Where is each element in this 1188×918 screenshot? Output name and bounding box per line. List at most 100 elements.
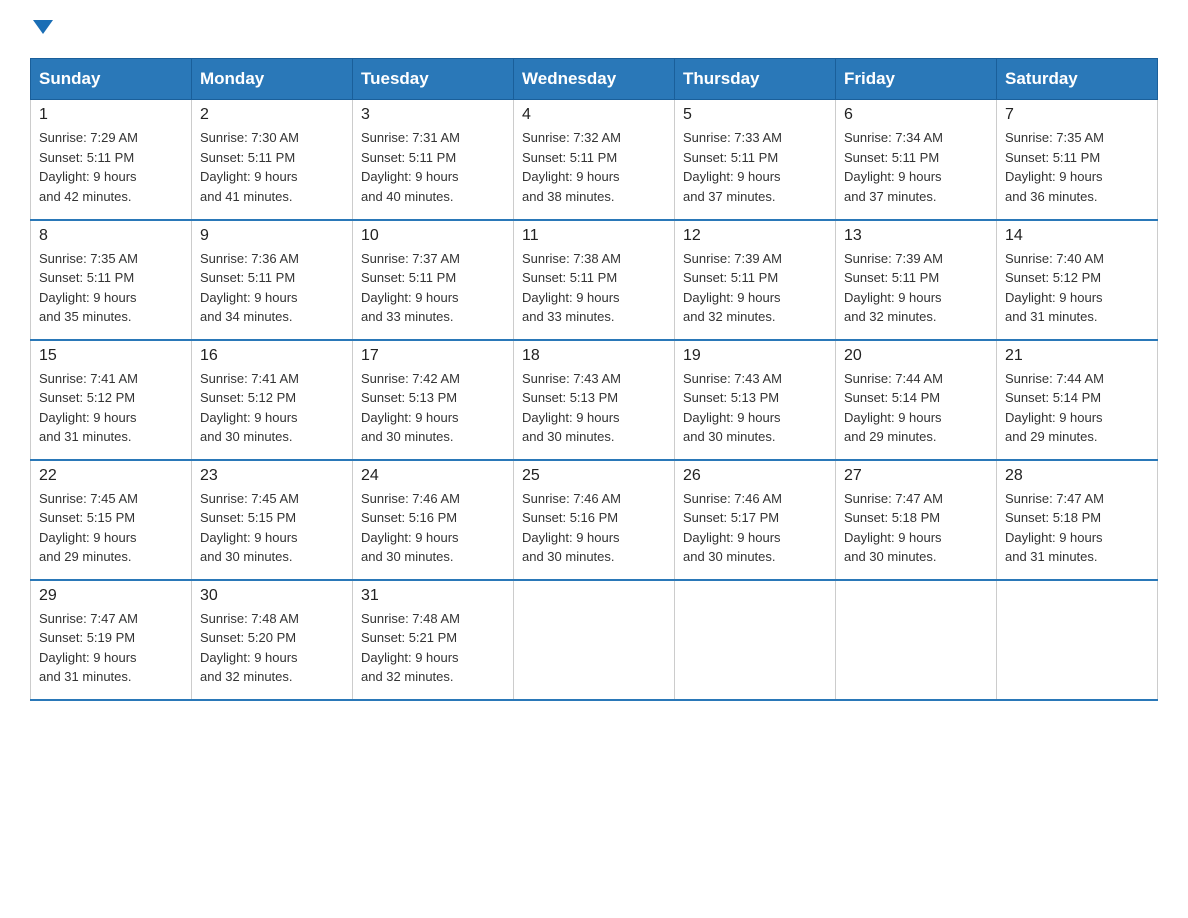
calendar-week-row: 15 Sunrise: 7:41 AMSunset: 5:12 PMDaylig… <box>31 340 1158 460</box>
col-header-wednesday: Wednesday <box>514 59 675 100</box>
logo-triangle-icon <box>33 20 53 34</box>
day-number: 8 <box>39 227 183 245</box>
col-header-tuesday: Tuesday <box>353 59 514 100</box>
day-info: Sunrise: 7:44 AMSunset: 5:14 PMDaylight:… <box>1005 371 1104 445</box>
day-info: Sunrise: 7:42 AMSunset: 5:13 PMDaylight:… <box>361 371 460 445</box>
calendar-cell: 9 Sunrise: 7:36 AMSunset: 5:11 PMDayligh… <box>192 220 353 340</box>
day-number: 2 <box>200 106 344 124</box>
calendar-cell: 3 Sunrise: 7:31 AMSunset: 5:11 PMDayligh… <box>353 100 514 220</box>
day-number: 29 <box>39 587 183 605</box>
day-number: 6 <box>844 106 988 124</box>
day-number: 19 <box>683 347 827 365</box>
calendar-cell: 5 Sunrise: 7:33 AMSunset: 5:11 PMDayligh… <box>675 100 836 220</box>
day-info: Sunrise: 7:43 AMSunset: 5:13 PMDaylight:… <box>522 371 621 445</box>
col-header-thursday: Thursday <box>675 59 836 100</box>
calendar-week-row: 1 Sunrise: 7:29 AMSunset: 5:11 PMDayligh… <box>31 100 1158 220</box>
day-info: Sunrise: 7:40 AMSunset: 5:12 PMDaylight:… <box>1005 251 1104 325</box>
day-number: 18 <box>522 347 666 365</box>
day-info: Sunrise: 7:38 AMSunset: 5:11 PMDaylight:… <box>522 251 621 325</box>
day-info: Sunrise: 7:34 AMSunset: 5:11 PMDaylight:… <box>844 130 943 204</box>
day-number: 13 <box>844 227 988 245</box>
calendar-cell: 12 Sunrise: 7:39 AMSunset: 5:11 PMDaylig… <box>675 220 836 340</box>
calendar-cell <box>836 580 997 700</box>
calendar-cell <box>514 580 675 700</box>
col-header-sunday: Sunday <box>31 59 192 100</box>
calendar-cell: 31 Sunrise: 7:48 AMSunset: 5:21 PMDaylig… <box>353 580 514 700</box>
day-number: 1 <box>39 106 183 124</box>
day-number: 4 <box>522 106 666 124</box>
day-number: 7 <box>1005 106 1149 124</box>
col-header-saturday: Saturday <box>997 59 1158 100</box>
day-number: 10 <box>361 227 505 245</box>
calendar-cell: 25 Sunrise: 7:46 AMSunset: 5:16 PMDaylig… <box>514 460 675 580</box>
day-info: Sunrise: 7:46 AMSunset: 5:16 PMDaylight:… <box>522 491 621 565</box>
day-number: 17 <box>361 347 505 365</box>
day-number: 31 <box>361 587 505 605</box>
day-info: Sunrise: 7:48 AMSunset: 5:20 PMDaylight:… <box>200 611 299 685</box>
day-number: 30 <box>200 587 344 605</box>
calendar-cell: 11 Sunrise: 7:38 AMSunset: 5:11 PMDaylig… <box>514 220 675 340</box>
day-number: 27 <box>844 467 988 485</box>
calendar-cell: 18 Sunrise: 7:43 AMSunset: 5:13 PMDaylig… <box>514 340 675 460</box>
day-info: Sunrise: 7:31 AMSunset: 5:11 PMDaylight:… <box>361 130 460 204</box>
calendar-cell <box>675 580 836 700</box>
calendar-cell: 7 Sunrise: 7:35 AMSunset: 5:11 PMDayligh… <box>997 100 1158 220</box>
calendar-cell: 20 Sunrise: 7:44 AMSunset: 5:14 PMDaylig… <box>836 340 997 460</box>
day-info: Sunrise: 7:41 AMSunset: 5:12 PMDaylight:… <box>39 371 138 445</box>
day-number: 28 <box>1005 467 1149 485</box>
calendar-cell: 29 Sunrise: 7:47 AMSunset: 5:19 PMDaylig… <box>31 580 192 700</box>
day-info: Sunrise: 7:30 AMSunset: 5:11 PMDaylight:… <box>200 130 299 204</box>
calendar-week-row: 22 Sunrise: 7:45 AMSunset: 5:15 PMDaylig… <box>31 460 1158 580</box>
calendar-cell: 1 Sunrise: 7:29 AMSunset: 5:11 PMDayligh… <box>31 100 192 220</box>
calendar-cell: 21 Sunrise: 7:44 AMSunset: 5:14 PMDaylig… <box>997 340 1158 460</box>
day-number: 12 <box>683 227 827 245</box>
day-info: Sunrise: 7:36 AMSunset: 5:11 PMDaylight:… <box>200 251 299 325</box>
day-number: 11 <box>522 227 666 245</box>
calendar-table: SundayMondayTuesdayWednesdayThursdayFrid… <box>30 58 1158 701</box>
day-number: 15 <box>39 347 183 365</box>
calendar-cell: 14 Sunrise: 7:40 AMSunset: 5:12 PMDaylig… <box>997 220 1158 340</box>
day-number: 3 <box>361 106 505 124</box>
calendar-cell: 23 Sunrise: 7:45 AMSunset: 5:15 PMDaylig… <box>192 460 353 580</box>
day-number: 24 <box>361 467 505 485</box>
calendar-cell: 17 Sunrise: 7:42 AMSunset: 5:13 PMDaylig… <box>353 340 514 460</box>
day-number: 20 <box>844 347 988 365</box>
logo <box>30 20 53 38</box>
day-info: Sunrise: 7:32 AMSunset: 5:11 PMDaylight:… <box>522 130 621 204</box>
calendar-cell: 28 Sunrise: 7:47 AMSunset: 5:18 PMDaylig… <box>997 460 1158 580</box>
day-info: Sunrise: 7:44 AMSunset: 5:14 PMDaylight:… <box>844 371 943 445</box>
page-header <box>30 20 1158 38</box>
calendar-cell: 22 Sunrise: 7:45 AMSunset: 5:15 PMDaylig… <box>31 460 192 580</box>
day-number: 14 <box>1005 227 1149 245</box>
calendar-cell: 24 Sunrise: 7:46 AMSunset: 5:16 PMDaylig… <box>353 460 514 580</box>
calendar-week-row: 8 Sunrise: 7:35 AMSunset: 5:11 PMDayligh… <box>31 220 1158 340</box>
day-info: Sunrise: 7:33 AMSunset: 5:11 PMDaylight:… <box>683 130 782 204</box>
day-number: 23 <box>200 467 344 485</box>
day-number: 21 <box>1005 347 1149 365</box>
calendar-cell: 26 Sunrise: 7:46 AMSunset: 5:17 PMDaylig… <box>675 460 836 580</box>
day-number: 16 <box>200 347 344 365</box>
day-info: Sunrise: 7:35 AMSunset: 5:11 PMDaylight:… <box>39 251 138 325</box>
day-info: Sunrise: 7:46 AMSunset: 5:16 PMDaylight:… <box>361 491 460 565</box>
calendar-cell: 8 Sunrise: 7:35 AMSunset: 5:11 PMDayligh… <box>31 220 192 340</box>
calendar-cell: 6 Sunrise: 7:34 AMSunset: 5:11 PMDayligh… <box>836 100 997 220</box>
day-number: 26 <box>683 467 827 485</box>
calendar-header: SundayMondayTuesdayWednesdayThursdayFrid… <box>31 59 1158 100</box>
day-info: Sunrise: 7:37 AMSunset: 5:11 PMDaylight:… <box>361 251 460 325</box>
day-info: Sunrise: 7:46 AMSunset: 5:17 PMDaylight:… <box>683 491 782 565</box>
calendar-cell: 30 Sunrise: 7:48 AMSunset: 5:20 PMDaylig… <box>192 580 353 700</box>
day-info: Sunrise: 7:45 AMSunset: 5:15 PMDaylight:… <box>39 491 138 565</box>
day-number: 25 <box>522 467 666 485</box>
day-info: Sunrise: 7:41 AMSunset: 5:12 PMDaylight:… <box>200 371 299 445</box>
day-info: Sunrise: 7:43 AMSunset: 5:13 PMDaylight:… <box>683 371 782 445</box>
day-info: Sunrise: 7:47 AMSunset: 5:19 PMDaylight:… <box>39 611 138 685</box>
calendar-cell: 27 Sunrise: 7:47 AMSunset: 5:18 PMDaylig… <box>836 460 997 580</box>
col-header-friday: Friday <box>836 59 997 100</box>
day-info: Sunrise: 7:35 AMSunset: 5:11 PMDaylight:… <box>1005 130 1104 204</box>
calendar-cell: 15 Sunrise: 7:41 AMSunset: 5:12 PMDaylig… <box>31 340 192 460</box>
day-number: 5 <box>683 106 827 124</box>
calendar-cell: 2 Sunrise: 7:30 AMSunset: 5:11 PMDayligh… <box>192 100 353 220</box>
day-number: 22 <box>39 467 183 485</box>
calendar-cell <box>997 580 1158 700</box>
calendar-week-row: 29 Sunrise: 7:47 AMSunset: 5:19 PMDaylig… <box>31 580 1158 700</box>
